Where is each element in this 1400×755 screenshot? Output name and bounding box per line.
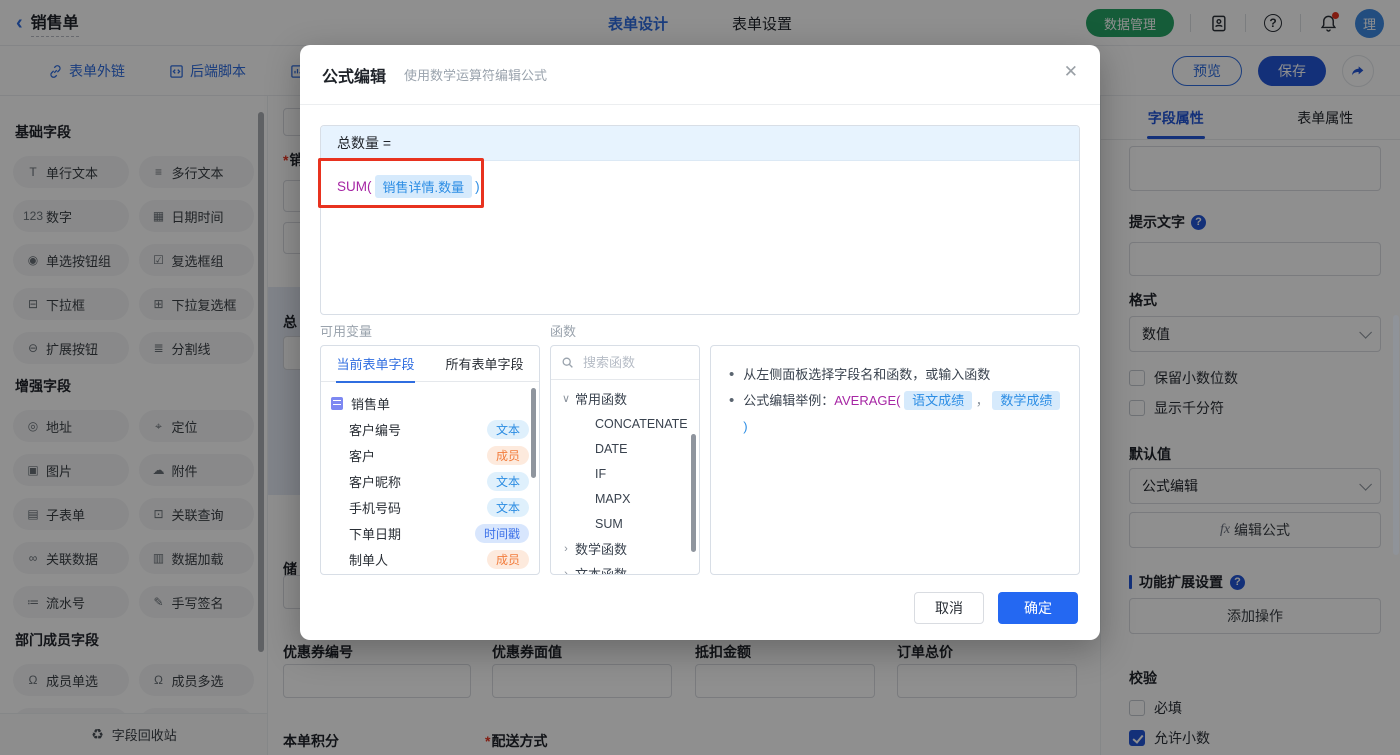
formula-editor-modal: 公式编辑 使用数学运算符编辑公式 ✕ 总数量 = SUM( 销售详情.数量 ) … xyxy=(300,45,1100,640)
example-field-chip: 语文成绩 xyxy=(904,391,972,410)
close-icon[interactable]: ✕ xyxy=(1064,63,1078,80)
search-icon xyxy=(561,356,574,369)
function-item[interactable]: DATE xyxy=(551,436,699,461)
function-item[interactable]: › 文本函数 xyxy=(551,561,699,575)
variable-row[interactable]: 制单人 成员 xyxy=(331,546,529,572)
field-type-tag: 成员 xyxy=(487,446,529,465)
cancel-button[interactable]: 取消 xyxy=(914,592,984,624)
modal-header: 公式编辑 使用数学运算符编辑公式 ✕ xyxy=(300,45,1100,105)
caret-icon: › xyxy=(559,568,573,576)
form-tree-node[interactable]: 销售单 xyxy=(331,390,529,416)
function-item[interactable]: MAPX xyxy=(551,486,699,511)
bullet-icon: • xyxy=(729,388,734,414)
variable-row[interactable]: 下单日期 时间戳 xyxy=(331,520,529,546)
formula-target: 总数量 = xyxy=(321,126,1079,161)
tip-line-2: • 公式编辑举例：AVERAGE( 语文成绩 ， 数学成绩 ) xyxy=(729,388,1061,440)
form-doc-icon xyxy=(331,397,343,410)
variables-scrollbar-thumb[interactable] xyxy=(531,388,536,478)
function-item[interactable]: SUM xyxy=(551,511,699,536)
modal-subtitle: 使用数学运算符编辑公式 xyxy=(404,65,547,84)
variables-panel: 当前表单字段 所有表单字段 销售单 客户编号 文本 xyxy=(320,345,540,575)
tips-panel: • 从左侧面板选择字段名和函数，或输入函数 • 公式编辑举例：AVERAGE( … xyxy=(710,345,1080,575)
formula-expression[interactable]: SUM( 销售详情.数量 ) xyxy=(321,161,1079,212)
modal-title: 公式编辑 xyxy=(322,63,386,87)
example-function-token: AVERAGE( xyxy=(834,393,900,408)
caret-icon: ∨ xyxy=(559,392,573,405)
variables-tabs: 当前表单字段 所有表单字段 xyxy=(321,346,539,382)
function-item[interactable]: › 数学函数 xyxy=(551,536,699,561)
variable-field-list: 客户编号 文本 客户 成员 客户昵称 文本 xyxy=(331,416,529,572)
window-scrollbar-thumb[interactable] xyxy=(1393,315,1399,555)
field-chip[interactable]: 销售详情.数量 xyxy=(375,175,473,198)
example-field-chip: 数学成绩 xyxy=(992,391,1060,410)
field-type-tag: 成员 xyxy=(487,550,529,569)
functions-caption: 函数 xyxy=(550,321,576,340)
confirm-button[interactable]: 确定 xyxy=(998,592,1078,624)
field-type-tag: 文本 xyxy=(487,420,529,439)
function-item[interactable]: IF xyxy=(551,461,699,486)
tab-current-form-fields[interactable]: 当前表单字段 xyxy=(336,354,414,373)
function-item[interactable]: ∨ 常用函数 xyxy=(551,386,699,411)
function-search[interactable] xyxy=(551,346,699,380)
formula-editor-box[interactable]: 总数量 = SUM( 销售详情.数量 ) xyxy=(320,125,1080,315)
caret-icon: › xyxy=(559,543,573,555)
bullet-icon: • xyxy=(729,362,734,388)
function-token: SUM( xyxy=(337,179,372,194)
variable-row[interactable]: 手机号码 文本 xyxy=(331,494,529,520)
function-list: ∨ 常用函数 CONCATENATE DATE xyxy=(551,380,699,575)
field-type-tag: 文本 xyxy=(487,498,529,517)
function-search-input[interactable] xyxy=(581,354,681,371)
app-window: ‹ 销售单 表单设计 表单设置 数据管理 ? 理 xyxy=(0,0,1400,755)
tab-all-form-fields[interactable]: 所有表单字段 xyxy=(445,354,523,373)
variable-row[interactable]: 客户昵称 文本 xyxy=(331,468,529,494)
variable-row[interactable]: 客户 成员 xyxy=(331,442,529,468)
modal-footer: 取消 确定 xyxy=(914,592,1078,624)
tip-line-1: • 从左侧面板选择字段名和函数，或输入函数 xyxy=(729,362,1061,388)
functions-panel: ∨ 常用函数 CONCATENATE DATE xyxy=(550,345,700,575)
field-type-tag: 文本 xyxy=(487,472,529,491)
close-paren-token: ) xyxy=(475,179,480,194)
function-item[interactable]: CONCATENATE xyxy=(551,411,699,436)
variables-caption: 可用变量 xyxy=(320,321,372,340)
variable-row[interactable]: 客户编号 文本 xyxy=(331,416,529,442)
field-type-tag: 时间戳 xyxy=(475,524,529,543)
functions-scrollbar-thumb[interactable] xyxy=(691,434,696,552)
